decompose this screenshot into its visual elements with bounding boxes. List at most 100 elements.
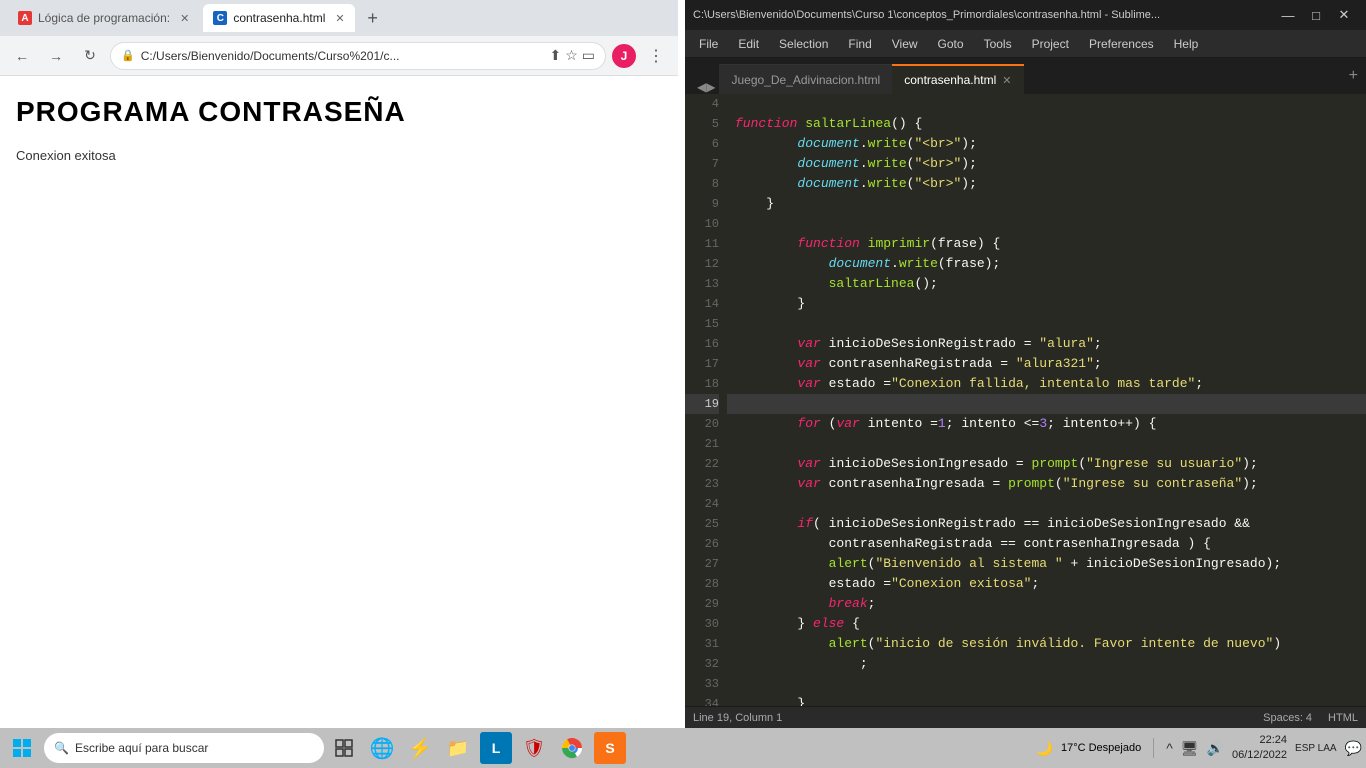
taskbar-antivirus[interactable]: 🛡 xyxy=(518,732,550,764)
browser-titlebar: A Lógica de programación: ✕ C contrasenh… xyxy=(0,0,678,36)
menu-preferences[interactable]: Preferences xyxy=(1079,30,1164,58)
menu-tools[interactable]: Tools xyxy=(974,30,1022,58)
code-line-29: break; xyxy=(727,594,1366,614)
line-num-10: 10 xyxy=(685,214,719,234)
line-num-34: 34 xyxy=(685,694,719,706)
status-line-col: Line 19, Column 1 xyxy=(693,712,782,724)
tray-arrow[interactable]: ^ xyxy=(1166,740,1173,756)
code-line-26: contrasenhaRegistrada == contrasenhaIngr… xyxy=(727,534,1366,554)
line-num-22: 22 xyxy=(685,454,719,474)
sublime-tab-inactive[interactable]: Juego_De_Adivinacion.html xyxy=(719,64,892,94)
taskbar-icons: 🌐 ⚡ 📁 L 🛡 S xyxy=(328,732,1032,764)
taskbar-browser[interactable]: 🌐 xyxy=(366,732,398,764)
clock: 22:24 06/12/2022 xyxy=(1232,733,1287,764)
menu-goto[interactable]: Goto xyxy=(928,30,974,58)
line-num-19: 19 xyxy=(685,394,719,414)
back-button[interactable]: ← xyxy=(8,42,36,70)
taskbar-system: 🌙 17°C Despejado ^ 🖥 🔊 22:24 06/12/2022 … xyxy=(1036,733,1362,764)
task-view-icon xyxy=(335,739,353,757)
code-line-31: alert("inicio de sesión inválido. Favor … xyxy=(727,634,1366,654)
taskbar-file-explorer[interactable]: 📁 xyxy=(442,732,474,764)
sublime-tab-active-label: contrasenha.html xyxy=(904,73,996,87)
bookmark-icon[interactable]: ☆ xyxy=(565,47,578,64)
browser-tab-inactive-label: Lógica de programación: xyxy=(38,11,170,25)
windows-logo-icon xyxy=(12,738,32,758)
status-right: Spaces: 4 HTML xyxy=(1263,712,1358,724)
address-text: C:/Users/Bienvenido/Documents/Curso%201/… xyxy=(141,49,544,63)
browser-tab-active-close[interactable]: ✕ xyxy=(335,12,344,25)
taskbar-linkedin[interactable]: L xyxy=(480,732,512,764)
line-num-32: 32 xyxy=(685,654,719,674)
cast-icon[interactable]: ▭ xyxy=(582,47,595,64)
taskbar-search[interactable]: 🔍 Escribe aquí para buscar xyxy=(44,733,324,763)
refresh-button[interactable]: ↻ xyxy=(76,42,104,70)
line-num-24: 24 xyxy=(685,494,719,514)
user-avatar[interactable]: J xyxy=(612,44,636,68)
line-num-18: 18 xyxy=(685,374,719,394)
taskbar-search-text: Escribe aquí para buscar xyxy=(75,741,208,755)
browser-toolbar: ← → ↻ 🔒 C:/Users/Bienvenido/Documents/Cu… xyxy=(0,36,678,76)
menu-selection[interactable]: Selection xyxy=(769,30,838,58)
line-num-5: 5 xyxy=(685,114,719,134)
menu-edit[interactable]: Edit xyxy=(728,30,769,58)
taskbar-edge[interactable]: ⚡ xyxy=(404,732,436,764)
browser-content: PROGRAMA CONTRASEÑA Conexion exitosa xyxy=(0,76,678,728)
browser-tab-active[interactable]: C contrasenha.html ✕ xyxy=(203,4,354,32)
minimize-button[interactable]: — xyxy=(1274,1,1302,29)
tab-scroll-left[interactable]: ◀▶ xyxy=(693,80,719,94)
taskbar-chrome[interactable] xyxy=(556,732,588,764)
browser-tab-inactive[interactable]: A Lógica de programación: ✕ xyxy=(8,4,199,32)
code-line-9: } xyxy=(727,194,1366,214)
line-num-6: 6 xyxy=(685,134,719,154)
menu-project[interactable]: Project xyxy=(1022,30,1079,58)
code-line-25: if( inicioDeSesionRegistrado == inicioDe… xyxy=(727,514,1366,534)
code-line-22: var inicioDeSesionIngresado = prompt("In… xyxy=(727,454,1366,474)
address-bar[interactable]: 🔒 C:/Users/Bienvenido/Documents/Curso%20… xyxy=(110,42,606,70)
tray-network[interactable]: 🖥 xyxy=(1181,740,1199,757)
sublime-tab-active-close[interactable]: ✕ xyxy=(1002,74,1011,87)
taskbar-sublime[interactable]: S xyxy=(594,732,626,764)
code-line-21 xyxy=(727,434,1366,454)
weather-text: 17°C Despejado xyxy=(1061,742,1141,754)
code-line-4 xyxy=(727,94,1366,114)
code-line-27: alert("Bienvenido al sistema " + inicioD… xyxy=(727,554,1366,574)
line-num-28: 28 xyxy=(685,574,719,594)
menu-view[interactable]: View xyxy=(882,30,928,58)
code-area: 4 5 6 7 8 9 10 11 12 13 14 15 16 17 18 1… xyxy=(685,94,1366,706)
start-button[interactable] xyxy=(4,730,40,766)
taskbar-task-view[interactable] xyxy=(328,732,360,764)
menu-help[interactable]: Help xyxy=(1164,30,1209,58)
status-left: Line 19, Column 1 xyxy=(693,712,1263,724)
code-line-14: } xyxy=(727,294,1366,314)
forward-button[interactable]: → xyxy=(42,42,70,70)
sublime-add-tab[interactable]: + xyxy=(1341,67,1366,85)
new-tab-button[interactable]: + xyxy=(359,4,387,32)
tray-volume[interactable]: 🔊 xyxy=(1207,740,1224,757)
code-line-32: ; xyxy=(727,654,1366,674)
code-line-33 xyxy=(727,674,1366,694)
search-icon: 🔍 xyxy=(54,741,69,755)
code-line-24 xyxy=(727,494,1366,514)
browser-menu-icon[interactable]: ⋮ xyxy=(642,42,670,70)
browser-tab-inactive-close[interactable]: ✕ xyxy=(180,12,189,25)
code-line-5: function saltarLinea() { xyxy=(727,114,1366,134)
notification-icon[interactable]: 💬 xyxy=(1345,740,1362,757)
code-line-18: var estado ="Conexion fallida, intentalo… xyxy=(727,374,1366,394)
line-numbers: 4 5 6 7 8 9 10 11 12 13 14 15 16 17 18 1… xyxy=(685,94,727,706)
line-num-16: 16 xyxy=(685,334,719,354)
code-line-12: document.write(frase); xyxy=(727,254,1366,274)
code-content[interactable]: function saltarLinea() { document.write(… xyxy=(727,94,1366,706)
menu-file[interactable]: File xyxy=(689,30,728,58)
line-num-14: 14 xyxy=(685,294,719,314)
sublime-tab-active[interactable]: contrasenha.html ✕ xyxy=(892,64,1023,94)
code-line-17: var contrasenhaRegistrada = "alura321"; xyxy=(727,354,1366,374)
code-line-6: document.write("<br>"); xyxy=(727,134,1366,154)
maximize-button[interactable]: □ xyxy=(1302,1,1330,29)
share-icon[interactable]: ⬆ xyxy=(549,47,561,64)
line-num-4: 4 xyxy=(685,94,719,114)
line-num-23: 23 xyxy=(685,474,719,494)
close-button[interactable]: ✕ xyxy=(1330,1,1358,29)
menu-find[interactable]: Find xyxy=(838,30,881,58)
code-line-23: var contrasenhaIngresada = prompt("Ingre… xyxy=(727,474,1366,494)
line-num-31: 31 xyxy=(685,634,719,654)
